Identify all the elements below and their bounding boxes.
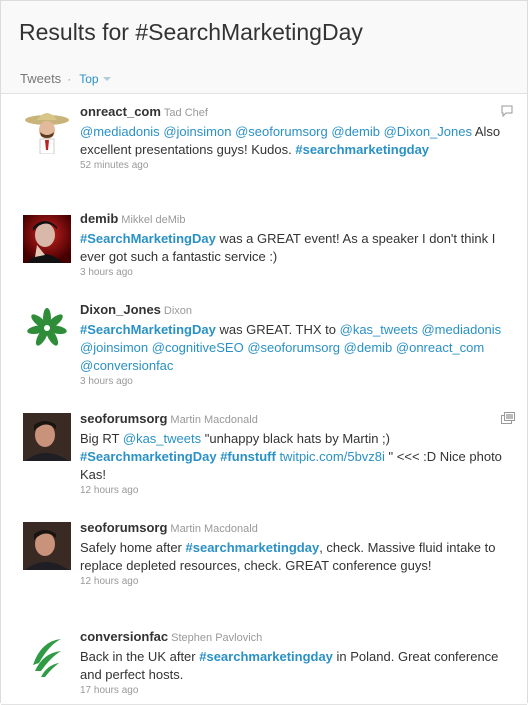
tweet-screen-name[interactable]: onreact_com [80, 104, 161, 119]
media-icon[interactable] [501, 411, 515, 424]
page-title: Results for #SearchMarketingDay [19, 19, 363, 45]
avatar[interactable] [23, 306, 71, 354]
tweet-text: @mediadonis @joinsimon @seoforumsorg @de… [80, 123, 515, 159]
tweet-item[interactable]: seoforumsorg Martin Macdonald Big RT @kas_… [1, 401, 527, 511]
hashtag-link[interactable]: #searchmarketingday [295, 142, 429, 157]
mention-link[interactable]: @joinsimon [80, 340, 148, 355]
reply-icon[interactable] [501, 104, 513, 118]
tweet-timestamp[interactable]: 17 hours ago [80, 685, 515, 696]
mention-link[interactable]: @kas_tweets [123, 431, 201, 446]
mention-link[interactable]: @mediadonis [421, 322, 501, 337]
hashtag-link[interactable]: #searchmarketingday [186, 540, 320, 555]
hashtag-link[interactable]: #SearchMarketingDay [80, 322, 216, 337]
mention-link[interactable]: @Dixon_Jones [384, 124, 472, 139]
hashtag-link[interactable]: #SearchmarketingDay [80, 449, 217, 464]
tweet-timestamp[interactable]: 3 hours ago [80, 267, 515, 278]
tab-separator: · [67, 71, 72, 86]
tweet-item[interactable]: Dixon_Jones Dixon #SearchMarketingDay was … [1, 292, 527, 402]
hashtag-link[interactable]: #funstuff [220, 449, 276, 464]
avatar[interactable] [23, 106, 71, 155]
mention-link[interactable]: @demib [331, 124, 380, 139]
hashtag-link[interactable]: #searchmarketingday [199, 649, 333, 664]
tweet-full-name[interactable]: Stephen Pavlovich [171, 632, 262, 644]
tweet-text: Back in the UK after #searchmarketingday… [80, 648, 515, 684]
tweet-text-segment: was GREAT. THX to [215, 322, 340, 337]
tweet-text: Safely home after #searchmarketingday, c… [80, 539, 515, 575]
tweet-full-name[interactable]: Martin Macdonald [170, 523, 257, 535]
mention-link[interactable]: @kas_tweets [340, 322, 418, 337]
tweet-item[interactable]: conversionfac Stephen Pavlovich Back in th… [1, 619, 527, 705]
tweet-item[interactable]: onreact_com Tad Chef @mediadonis @joinsimo… [1, 94, 527, 202]
tab-tweets[interactable]: Tweets [20, 71, 61, 86]
mention-link[interactable]: @demib [344, 340, 393, 355]
mention-link[interactable]: @cognitiveSEO [152, 340, 244, 355]
tweet-screen-name[interactable]: demib [80, 211, 118, 226]
tweet-text-segment: Back in the UK after [80, 649, 200, 664]
results-header: Results for #SearchMarketingDay Tweets ·… [1, 1, 527, 94]
mention-link[interactable]: @mediadonis [80, 124, 160, 139]
tweet-screen-name[interactable]: Dixon_Jones [80, 302, 161, 317]
tweet-item[interactable]: demib Mikkel deMib #SearchMarketingDay was… [1, 201, 527, 293]
results-tabs: Tweets · Top [20, 71, 111, 86]
url-link[interactable]: twitpic.com/5bvz8i [279, 449, 384, 464]
mention-link[interactable]: @seoforumsorg [247, 340, 340, 355]
avatar[interactable] [23, 631, 71, 679]
tweet-text-segment: Safely home after [80, 540, 186, 555]
tweet-full-name[interactable]: Tad Chef [164, 107, 208, 119]
tweet-full-name[interactable]: Martin Macdonald [170, 414, 257, 426]
tweet-timestamp[interactable]: 12 hours ago [80, 576, 515, 587]
tweet-full-name[interactable]: Mikkel deMib [121, 214, 185, 226]
tweet-timestamp[interactable]: 3 hours ago [80, 376, 515, 387]
tweet-text: #SearchMarketingDay was a GREAT event! A… [80, 230, 515, 266]
mention-link[interactable]: @onreact_com [396, 340, 484, 355]
tab-top[interactable]: Top [79, 72, 98, 86]
avatar[interactable] [23, 413, 71, 461]
tweet-full-name[interactable]: Dixon [164, 305, 192, 317]
hashtag-link[interactable]: #SearchMarketingDay [80, 231, 216, 246]
avatar[interactable] [23, 215, 71, 263]
tweet-timestamp[interactable]: 52 minutes ago [80, 160, 515, 171]
tweet-item[interactable]: seoforumsorg Martin Macdonald Safely home … [1, 510, 527, 620]
tweet-screen-name[interactable]: seoforumsorg [80, 411, 167, 426]
tweet-screen-name[interactable]: conversionfac [80, 629, 168, 644]
avatar[interactable] [23, 522, 71, 570]
tweet-text: Big RT @kas_tweets "unhappy black hats b… [80, 430, 515, 484]
mention-link[interactable]: @conversionfac [80, 358, 173, 373]
tweet-screen-name[interactable]: seoforumsorg [80, 520, 167, 535]
tweet-text-segment: "unhappy black hats by Martin ;) [201, 431, 390, 446]
tweet-text: #SearchMarketingDay was GREAT. THX to @k… [80, 321, 515, 375]
search-results-panel: Results for #SearchMarketingDay Tweets ·… [0, 0, 528, 705]
mention-link[interactable]: @seoforumsorg [235, 124, 328, 139]
tweet-timestamp[interactable]: 12 hours ago [80, 485, 515, 496]
mention-link[interactable]: @joinsimon [163, 124, 231, 139]
chevron-down-icon[interactable] [102, 76, 111, 81]
tweet-text-segment: Big RT [80, 431, 123, 446]
